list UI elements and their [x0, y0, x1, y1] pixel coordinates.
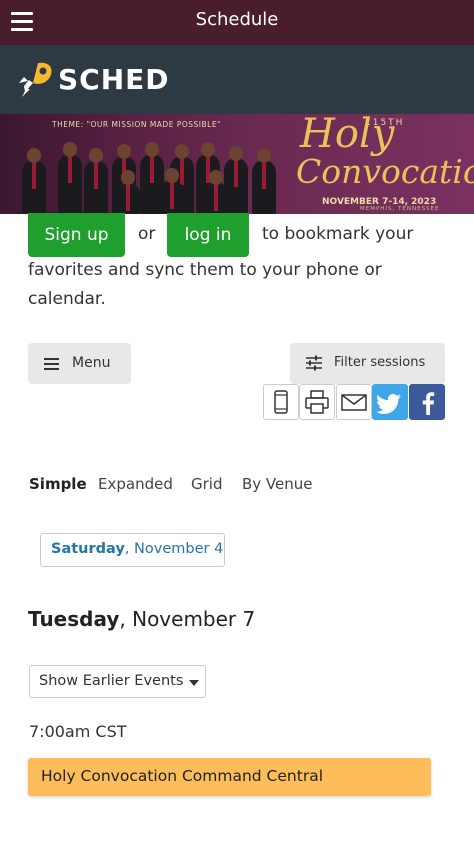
menu-icon	[44, 358, 59, 373]
day-selector-date: , November 4	[124, 541, 224, 557]
page-title: Schedule	[195, 9, 279, 30]
bishop-figure	[116, 170, 140, 214]
top-bar: Schedule	[0, 0, 474, 45]
sched-rocket-logo[interactable]	[16, 59, 56, 99]
show-earlier-label: Show Earlier Events	[39, 673, 184, 689]
day-selector-text: Saturday, November 4	[51, 541, 223, 557]
day-heading: Tuesday, November 7	[28, 607, 255, 631]
day-selector-weekday: Saturday	[51, 541, 125, 557]
bishop-figure	[160, 168, 184, 214]
banner-title-line2: Convocation	[296, 152, 474, 191]
menu-button[interactable]: Menu	[28, 343, 131, 384]
login-button[interactable]: log in	[167, 213, 249, 257]
facebook-icon	[422, 392, 435, 415]
brand-name[interactable]: SCHED	[58, 63, 170, 96]
filter-label: Filter sessions	[334, 355, 426, 370]
facebook-share-button[interactable]	[409, 384, 445, 420]
bishop-figure	[252, 148, 276, 214]
auth-message-line2: favorites and sync them to your phone or	[28, 260, 382, 280]
signup-button[interactable]: Sign up	[28, 213, 125, 257]
banner-city: MEMPHIS, TENNESSEE	[360, 206, 440, 212]
banner-theme: THEME: "OUR MISSION MADE POSSIBLE"	[52, 120, 222, 129]
bishop-figure	[204, 170, 228, 214]
day-selector[interactable]: Saturday, November 4	[40, 533, 225, 567]
event-title: Holy Convocation Command Central	[41, 767, 323, 785]
auth-message-line3: calendar.	[28, 289, 106, 309]
or-text: or	[138, 224, 156, 244]
bishop-figure	[58, 142, 82, 214]
event-item[interactable]: Holy Convocation Command Central	[28, 758, 431, 796]
tab-by-venue[interactable]: By Venue	[242, 475, 313, 493]
brand-bar: SCHED	[0, 45, 474, 114]
email-icon	[341, 394, 367, 411]
twitter-icon	[376, 394, 401, 414]
filter-sliders-icon	[306, 355, 322, 371]
banner-title-line1: Holy	[300, 114, 395, 157]
event-banner: THEME: "OUR MISSION MADE POSSIBLE" 115TH…	[0, 114, 474, 214]
day-heading-weekday: Tuesday	[28, 607, 120, 631]
twitter-share-button[interactable]	[372, 384, 408, 420]
print-button[interactable]	[299, 384, 335, 420]
mobile-icon	[274, 390, 288, 414]
caret-down-icon	[189, 680, 199, 686]
bishop-figure	[84, 148, 108, 214]
email-share-button[interactable]	[336, 384, 372, 420]
tab-expanded[interactable]: Expanded	[98, 475, 173, 493]
print-icon	[305, 390, 329, 414]
bishop-figure	[22, 148, 46, 214]
filter-sessions-button[interactable]: Filter sessions	[290, 343, 445, 384]
tab-simple[interactable]: Simple	[29, 475, 87, 493]
day-heading-date: , November 7	[119, 607, 256, 631]
mobile-share-button[interactable]	[263, 384, 299, 420]
auth-message-line1: to bookmark your	[262, 224, 414, 244]
tab-grid[interactable]: Grid	[191, 475, 222, 493]
show-earlier-events-select[interactable]: Show Earlier Events	[29, 665, 206, 698]
time-slot: 7:00am CST	[29, 722, 127, 741]
menu-label: Menu	[72, 355, 111, 371]
